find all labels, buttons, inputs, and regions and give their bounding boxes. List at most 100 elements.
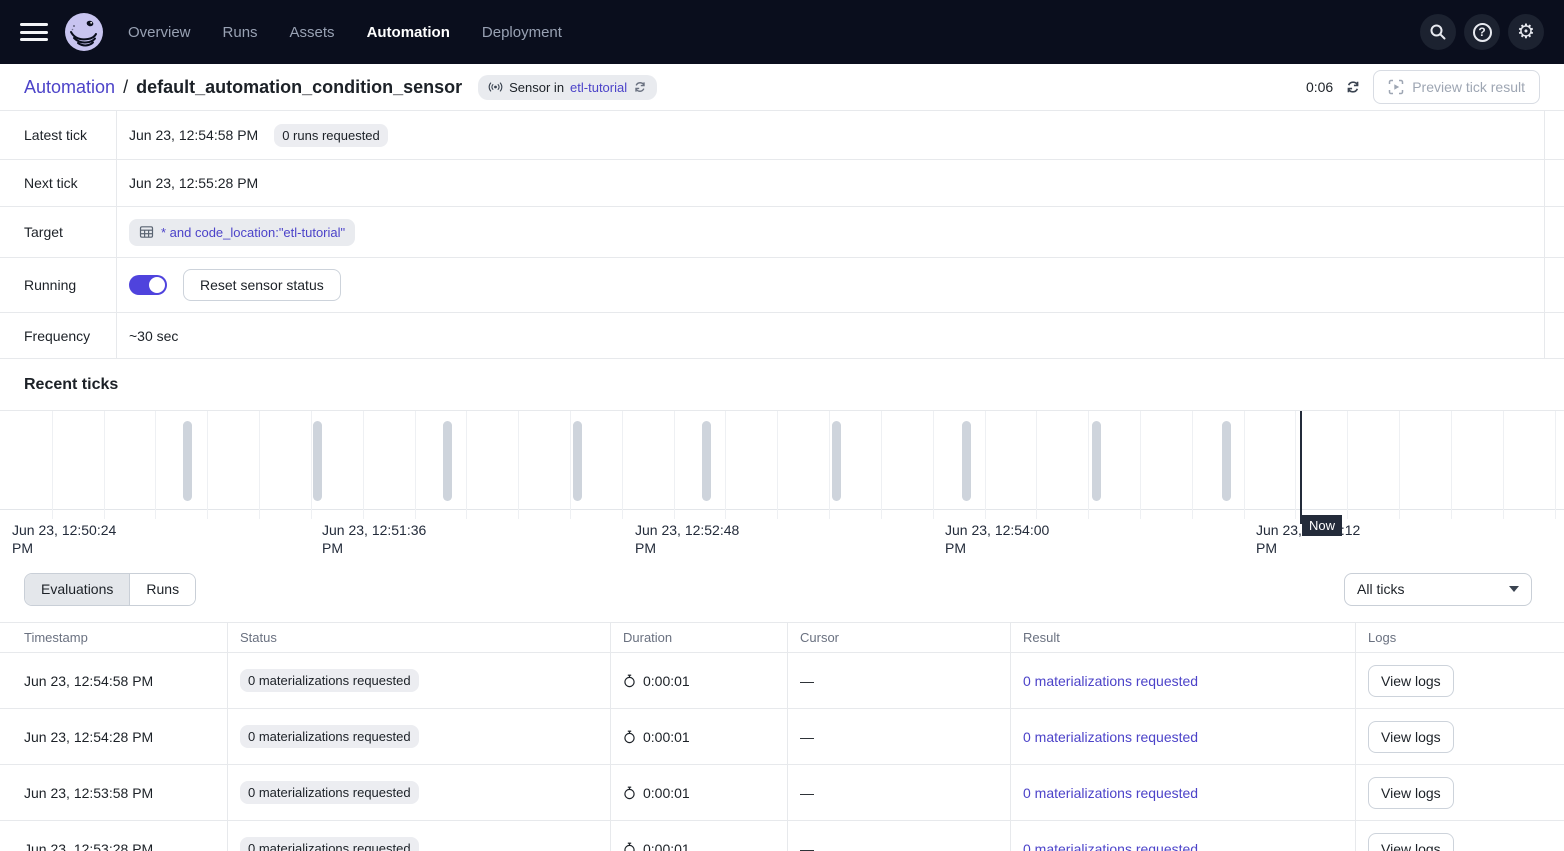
column-header-timestamp: Timestamp (0, 623, 227, 652)
timeline-gridline (1555, 411, 1556, 519)
tab-evaluations[interactable]: Evaluations (25, 574, 130, 605)
reset-sensor-status-button[interactable]: Reset sensor status (183, 269, 341, 301)
preview-tick-result-button[interactable]: Preview tick result (1373, 70, 1540, 104)
detail-label: Frequency (0, 313, 117, 358)
timeline-gridline (674, 411, 675, 519)
timeline-gridline (1451, 411, 1452, 519)
tick-bar[interactable] (573, 421, 582, 501)
table-row: Jun 23, 12:53:58 PM 0 materializations r… (0, 765, 1564, 821)
now-marker-line (1300, 411, 1302, 524)
view-logs-button[interactable]: View logs (1368, 833, 1454, 851)
tick-cursor: — (787, 765, 1010, 820)
stopwatch-icon (623, 730, 636, 744)
asset-selection-tag[interactable]: * and code_location:"etl-tutorial" (129, 219, 355, 246)
tab-runs[interactable]: Runs (130, 574, 195, 605)
sensor-details-table: Latest tick Jun 23, 12:54:58 PM 0 runs r… (0, 111, 1564, 359)
asset-table-icon (139, 225, 154, 239)
detail-row-next-tick: Next tick Jun 23, 12:55:28 PM (0, 160, 1564, 207)
tick-bar[interactable] (702, 421, 711, 501)
tick-bar[interactable] (443, 421, 452, 501)
evaluations-table-header: Timestamp Status Duration Cursor Result … (0, 623, 1564, 653)
detail-row-frequency: Frequency ~30 sec (0, 313, 1564, 359)
tick-duration: 0:00:01 (643, 729, 690, 745)
now-badge: Now (1302, 515, 1342, 536)
detail-row-running: Running Reset sensor status (0, 258, 1564, 313)
status-badge: 0 materializations requested (240, 669, 419, 692)
tick-result-link[interactable]: 0 materializations requested (1023, 785, 1198, 801)
timeline-axis-label: Jun 23, 12:54:00 PM (945, 521, 1063, 557)
tick-result-link[interactable]: 0 materializations requested (1023, 673, 1198, 689)
timeline-gridline (466, 411, 467, 519)
menu-hamburger-icon[interactable] (20, 23, 48, 41)
timeline-gridline (777, 411, 778, 519)
preview-icon (1388, 79, 1404, 95)
view-logs-button[interactable]: View logs (1368, 721, 1454, 753)
tick-bar[interactable] (313, 421, 322, 501)
tick-bar[interactable] (832, 421, 841, 501)
timeline-gridline (518, 411, 519, 519)
settings-gear-icon: ⚙ (1517, 22, 1535, 42)
timeline-axis-label: Jun 23, 12:50:24 PM (12, 521, 130, 557)
tick-bar[interactable] (1092, 421, 1101, 501)
frequency-value: ~30 sec (129, 328, 178, 344)
timeline-gridline (933, 411, 934, 519)
detail-label: Next tick (0, 160, 117, 206)
tick-status-filter-value: All ticks (1357, 581, 1404, 597)
detail-row-target: Target * and code_location:"etl-tutorial… (0, 207, 1564, 258)
timeline-gridline (52, 411, 53, 519)
tick-bar[interactable] (962, 421, 971, 501)
refresh-countdown: 0:06 (1306, 79, 1333, 95)
nav-item-assets[interactable]: Assets (290, 24, 335, 41)
stopwatch-icon (623, 842, 636, 851)
timeline-gridline (829, 411, 830, 519)
detail-label: Target (0, 207, 117, 257)
header-actions: 0:06 Preview tick result (1306, 70, 1540, 104)
latest-tick-timestamp: Jun 23, 12:54:58 PM (129, 127, 258, 143)
nav-item-deployment[interactable]: Deployment (482, 24, 562, 41)
timeline-gridline (725, 411, 726, 519)
refresh-icon[interactable] (1345, 79, 1361, 95)
top-nav: Overview Runs Assets Automation Deployme… (0, 0, 1564, 64)
nav-item-overview[interactable]: Overview (128, 24, 191, 41)
timeline-gridline (1295, 411, 1296, 519)
tick-bar[interactable] (1222, 421, 1231, 501)
tick-timeline[interactable]: Jun 23, 12:50:24 PMJun 23, 12:51:36 PMJu… (0, 410, 1564, 556)
reload-location-icon[interactable] (633, 80, 647, 94)
code-location-link[interactable]: etl-tutorial (570, 80, 627, 95)
running-toggle[interactable] (129, 275, 167, 295)
tick-result-link[interactable]: 0 materializations requested (1023, 729, 1198, 745)
tick-status-filter-select[interactable]: All ticks (1344, 573, 1532, 606)
timeline-axis-label: Jun 23, 12:52:48 PM (635, 521, 753, 557)
timeline-gridline (1503, 411, 1504, 519)
tick-result-link[interactable]: 0 materializations requested (1023, 841, 1198, 851)
help-button[interactable]: ? (1464, 14, 1500, 50)
tick-cursor: — (787, 709, 1010, 764)
tick-timestamp: Jun 23, 12:54:58 PM (0, 653, 227, 708)
timeline-gridline (1244, 411, 1245, 519)
dagster-logo-icon[interactable] (64, 12, 104, 52)
timeline-gridline (1399, 411, 1400, 519)
tick-timestamp: Jun 23, 12:53:28 PM (0, 821, 227, 851)
nav-links: Overview Runs Assets Automation Deployme… (128, 24, 562, 41)
settings-button[interactable]: ⚙ (1508, 14, 1544, 50)
column-header-result: Result (1010, 623, 1355, 652)
tick-bar[interactable] (183, 421, 192, 501)
timeline-gridline (570, 411, 571, 519)
timeline-gridline (1036, 411, 1037, 519)
breadcrumb-automation-link[interactable]: Automation (24, 77, 115, 98)
nav-item-automation[interactable]: Automation (367, 24, 450, 41)
view-logs-button[interactable]: View logs (1368, 777, 1454, 809)
asset-selection-text: * and code_location:"etl-tutorial" (161, 225, 345, 240)
sensor-location-badge: Sensor in etl-tutorial (478, 75, 657, 100)
tick-duration: 0:00:01 (643, 673, 690, 689)
nav-item-runs[interactable]: Runs (223, 24, 258, 41)
stopwatch-icon (623, 786, 636, 800)
preview-tick-result-label: Preview tick result (1412, 79, 1525, 95)
tick-cursor: — (787, 653, 1010, 708)
column-header-logs: Logs (1355, 623, 1564, 652)
search-button[interactable] (1420, 14, 1456, 50)
timeline-gridline (207, 411, 208, 519)
recent-ticks-header: Recent ticks (0, 359, 1564, 410)
timeline-gridline (363, 411, 364, 519)
view-logs-button[interactable]: View logs (1368, 665, 1454, 697)
